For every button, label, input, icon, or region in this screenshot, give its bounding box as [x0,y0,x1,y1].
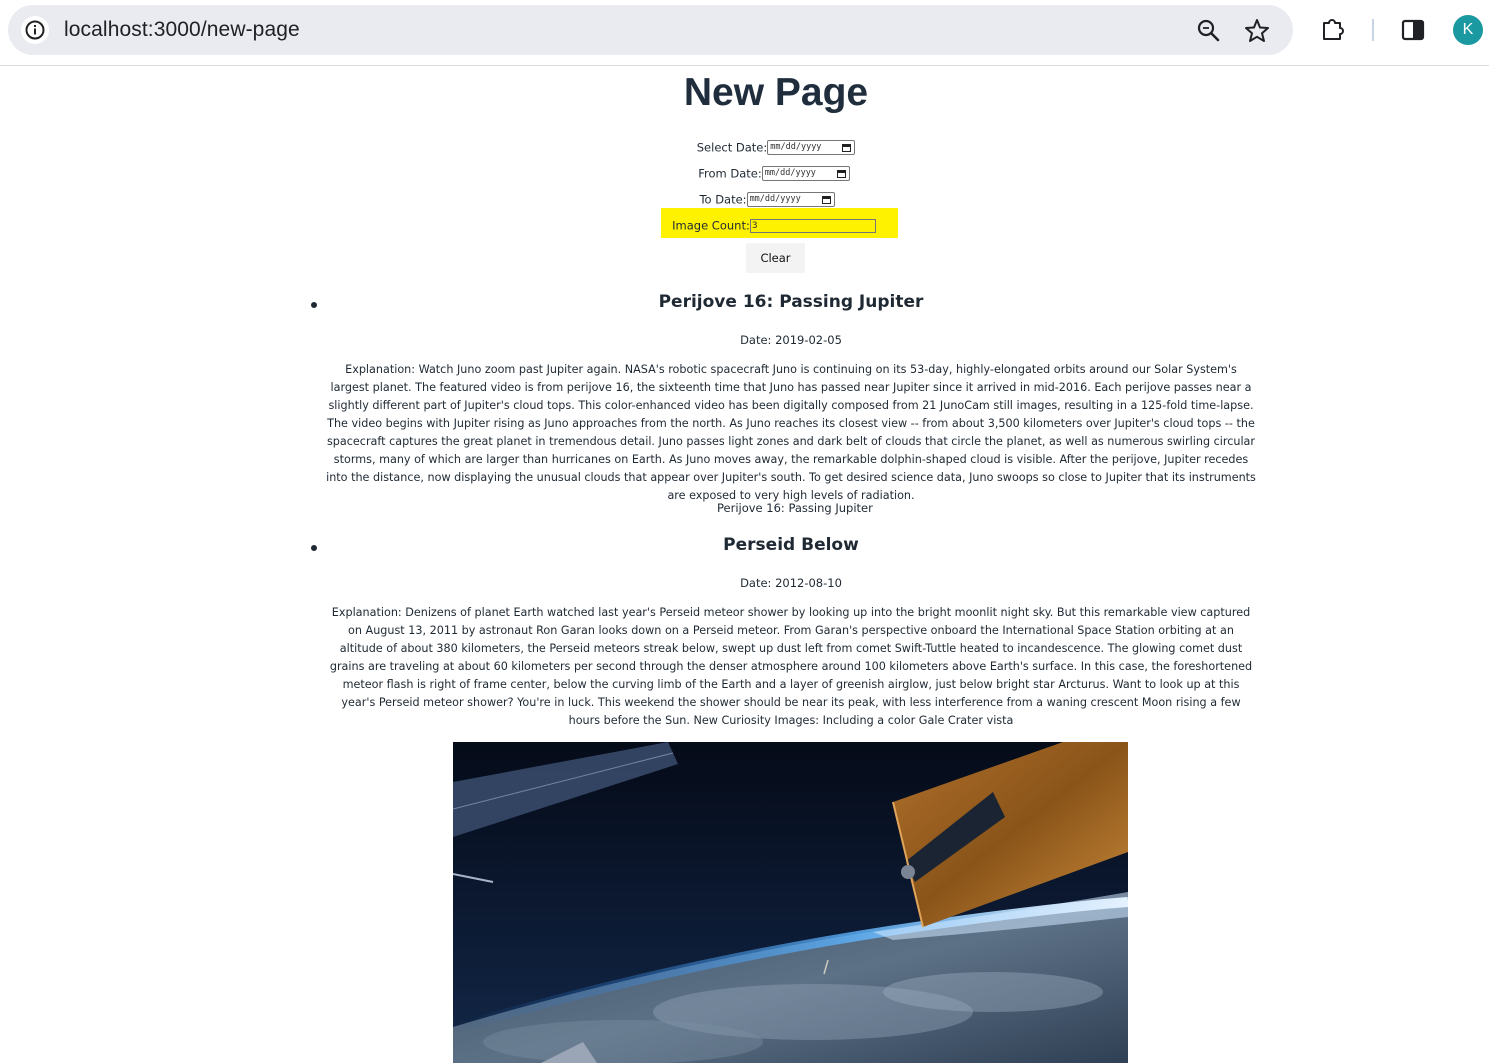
info-icon[interactable] [21,16,49,44]
extensions-icon[interactable] [1318,14,1348,44]
to-date-input[interactable]: mm/dd/yyyy [746,192,835,207]
broken-image: Perijove 16: Passing Jupiter [713,501,873,515]
calendar-icon[interactable] [842,144,852,152]
list-bullet [311,302,317,308]
toolbar-divider [1372,19,1374,41]
select-date-label: Select Date: [696,140,768,155]
image-count-label: Image Count: [672,218,750,233]
from-date-label: From Date: [698,166,762,181]
page-content: New Page Select Date: mm/dd/yyyy From Dat… [0,67,1489,1063]
clear-button[interactable]: Clear [746,243,805,273]
select-date-row: Select Date: mm/dd/yyyy [0,140,1489,155]
image-count-input[interactable]: 3 [749,218,876,233]
image-count-row: Image Count: 3 [0,218,1489,233]
url-text[interactable]: localhost:3000/new-page [64,18,300,42]
iss-earth-photo [453,742,1128,1063]
item-explanation: Explanation: Denizens of planet Earth wa… [329,606,1253,727]
browser-toolbar: localhost:3000/new-page K [0,0,1489,66]
list-bullet [311,545,317,551]
from-date-row: From Date: mm/dd/yyyy [0,166,1489,181]
item-title: Perijove 16: Passing Jupiter [658,292,924,312]
calendar-icon[interactable] [836,170,846,178]
address-bar[interactable]: localhost:3000/new-page [8,5,1293,55]
profile-avatar[interactable]: K [1453,15,1483,45]
item-date: Date: 2012-08-10 [740,576,842,590]
to-date-placeholder: mm/dd/yyyy [749,194,801,204]
item-explanation: Explanation: Watch Juno zoom past Jupite… [326,363,1256,502]
side-panel-icon[interactable] [1398,15,1428,45]
to-date-row: To Date: mm/dd/yyyy [0,192,1489,207]
page-title: New Page [683,71,869,114]
from-date-input[interactable]: mm/dd/yyyy [761,166,850,181]
select-date-input[interactable]: mm/dd/yyyy [767,140,856,155]
to-date-label: To Date: [699,192,747,207]
select-date-placeholder: mm/dd/yyyy [770,142,822,152]
item-title: Perseid Below [723,535,859,555]
zoom-icon[interactable] [1194,16,1224,46]
from-date-placeholder: mm/dd/yyyy [764,168,816,178]
item-date: Date: 2019-02-05 [740,333,842,347]
bookmark-star-icon[interactable] [1242,16,1272,46]
calendar-icon[interactable] [821,196,831,204]
broken-image-alt: Perijove 16: Passing Jupiter [717,501,873,515]
